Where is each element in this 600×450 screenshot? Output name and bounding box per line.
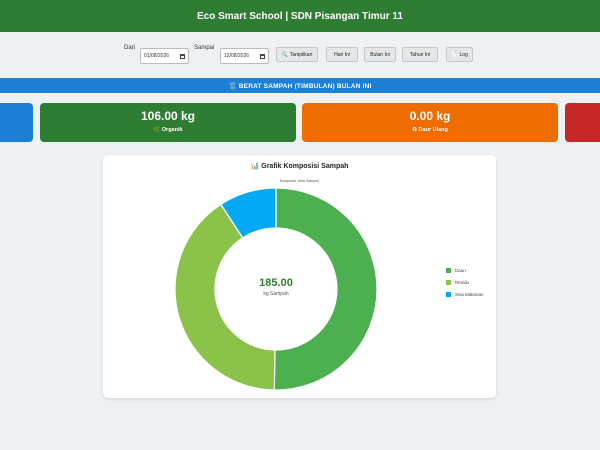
from-label: Dari <box>124 45 136 51</box>
to-date-input[interactable]: 12/08/2026 <box>220 48 269 64</box>
legend-label: Sisa Makanan <box>455 292 484 297</box>
stat-card-partial-left <box>0 103 33 142</box>
calendar-icon <box>180 53 185 59</box>
to-date-value: 12/08/2026 <box>224 53 250 59</box>
this-year-button[interactable]: Tahun Ini <box>402 47 438 62</box>
section-title-bar: 🗑️ BERAT SAMPAH (TIMBULAN) BULAN INI <box>0 78 600 93</box>
from-date-input[interactable]: 01/08/2026 <box>140 48 189 64</box>
app-title: Eco Smart School | SDN Pisangan Timur 11 <box>196 10 403 22</box>
organic-label: 🌿 Organik <box>153 127 183 133</box>
chart-legend: Daun Residu Sisa Makanan <box>446 268 484 304</box>
legend-swatch <box>446 268 451 273</box>
donut-center-value: 185.00 <box>259 277 293 289</box>
section-title: 🗑️ BERAT SAMPAH (TIMBULAN) BULAN INI <box>228 82 372 90</box>
legend-label: Daun <box>455 268 466 273</box>
legend-item[interactable]: Daun <box>446 268 484 273</box>
calendar-icon <box>260 53 265 59</box>
organic-value: 106.00 kg <box>140 109 196 123</box>
from-date-value: 01/08/2026 <box>144 53 170 59</box>
today-button[interactable]: Hari Ini <box>326 47 358 62</box>
date-filter-bar: Dari 01/08/2026 Sampai 12/08/2026 🔍 Tamp… <box>0 42 600 72</box>
legend-item[interactable]: Sisa Makanan <box>446 292 484 297</box>
composition-chart-panel: 📊 Grafik Komposisi Sampah Komposisi Jeni… <box>103 155 496 398</box>
search-icon: 🔍 <box>281 51 288 58</box>
stat-card-recycle: 0.00 kg ♻ Daur Ulang <box>302 103 558 142</box>
show-button[interactable]: 🔍 Tampilkan <box>276 47 318 62</box>
legend-item[interactable]: Residu <box>446 280 484 285</box>
stat-card-organic: 106.00 kg 🌿 Organik <box>40 103 296 142</box>
stat-card-partial-right <box>565 103 600 142</box>
document-icon: 📄 <box>451 51 458 58</box>
donut-slice-daun[interactable] <box>273 187 378 391</box>
recycle-label: ♻ Daur Ulang <box>412 127 448 133</box>
legend-swatch <box>446 280 451 285</box>
to-label: Sampai <box>194 45 215 51</box>
legend-swatch <box>446 292 451 297</box>
legend-label: Residu <box>455 280 470 285</box>
donut-center-unit: kg Sampah <box>263 291 289 297</box>
app-header: Eco Smart School | SDN Pisangan Timur 11 <box>0 0 600 32</box>
recycle-value: 0.00 kg <box>409 109 451 123</box>
this-month-button[interactable]: Bulan Ini <box>364 47 396 62</box>
donut-slice-residu[interactable] <box>174 203 276 391</box>
log-button[interactable]: 📄 Log <box>446 47 473 62</box>
